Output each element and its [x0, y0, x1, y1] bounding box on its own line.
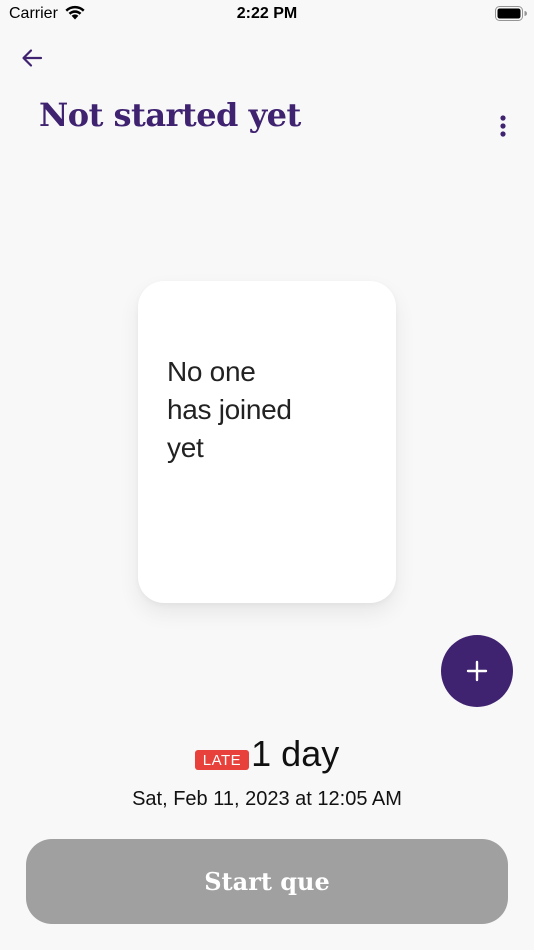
plus-icon: [466, 660, 488, 682]
page-title: Not started yet: [39, 96, 301, 134]
late-badge: LATE: [194, 750, 250, 770]
empty-state-text: No one has joined yet: [167, 356, 292, 463]
overdue-duration: 1 day: [251, 733, 340, 774]
screen: Carrier 2:22 PM Not started yet No one h…: [0, 0, 534, 950]
add-button[interactable]: [441, 635, 513, 707]
deadline-date: Sat, Feb 11, 2023 at 12:05 AM: [132, 788, 402, 810]
participants-card: No one has joined yet: [138, 281, 396, 603]
more-vertical-icon: [500, 115, 506, 137]
more-options-button[interactable]: [492, 112, 514, 140]
deadline-row: LATE 1 day: [0, 734, 534, 774]
battery-icon: [495, 6, 527, 21]
status-bar: Carrier 2:22 PM: [0, 0, 534, 28]
arrow-left-icon: [22, 49, 43, 67]
back-button[interactable]: [18, 44, 46, 72]
start-button[interactable]: Start que: [26, 839, 508, 924]
clock: 2:22 PM: [236, 5, 298, 22]
